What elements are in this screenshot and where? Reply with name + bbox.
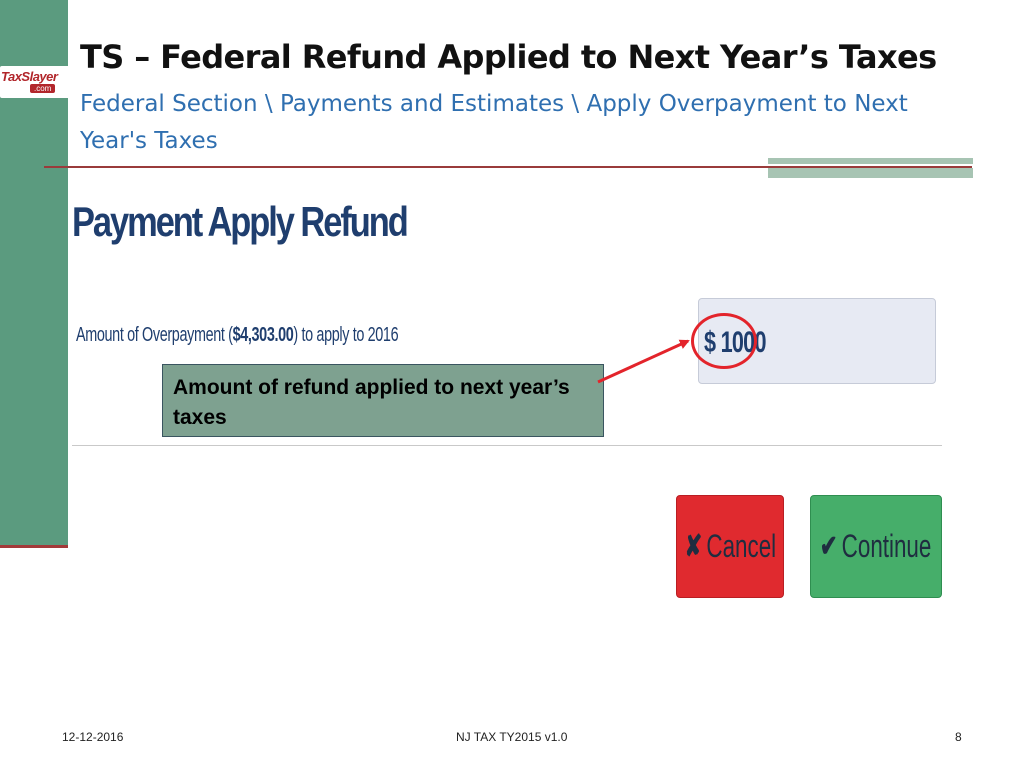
check-icon: ✔ [820, 530, 838, 563]
logo-com-badge: .com [30, 84, 56, 93]
footer-version: NJ TAX TY2015 v1.0 [456, 730, 568, 744]
footer-page-number: 8 [955, 730, 962, 744]
cancel-label: Cancel [706, 528, 776, 564]
overpayment-label: Amount of Overpayment ($4,303.00) to app… [76, 324, 399, 347]
continue-label: Continue [842, 528, 932, 564]
slide-title: TS – Federal Refund Applied to Next Year… [80, 38, 937, 76]
form-heading: Payment Apply Refund [72, 198, 409, 245]
cancel-button[interactable]: ✘ Cancel [676, 495, 784, 598]
taxslayer-logo: TaxSlayer .com [0, 66, 70, 98]
overpayment-prefix: Amount of Overpayment ( [76, 324, 233, 346]
decorative-bar-bottom [768, 168, 973, 178]
left-accent-underline [0, 545, 68, 548]
logo-text: TaxSlayer [1, 69, 58, 84]
footer-date: 12-12-2016 [62, 730, 124, 744]
slide-breadcrumb: Federal Section \ Payments and Estimates… [80, 91, 908, 154]
overpayment-suffix: ) to apply to 2016 [293, 324, 399, 346]
continue-button[interactable]: ✔ Continue [810, 495, 942, 598]
callout-box: Amount of refund applied to next year’s … [162, 364, 604, 437]
section-divider [72, 445, 942, 446]
decorative-bar-top [768, 158, 973, 164]
x-icon: ✘ [684, 530, 702, 563]
overpayment-amount: $4,303.00 [232, 324, 294, 346]
highlight-circle [691, 313, 757, 369]
